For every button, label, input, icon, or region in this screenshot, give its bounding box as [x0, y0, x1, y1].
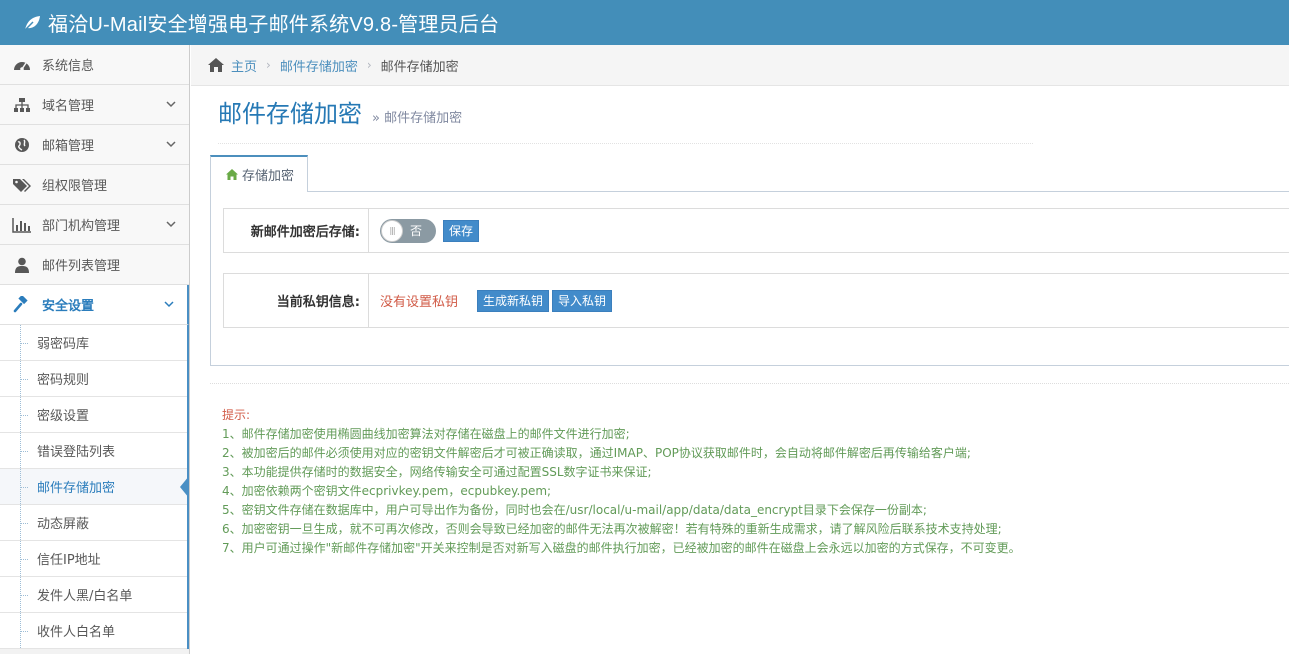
- tip-line: 5、密钥文件存储在数据库中，用户可导出作为备份，同时也会在/usr/local/…: [222, 503, 927, 517]
- chevron-down-icon: [166, 221, 176, 228]
- sidebar-item-domain[interactable]: 域名管理: [0, 85, 189, 125]
- breadcrumb-home-link[interactable]: 主页: [231, 56, 257, 75]
- toggle-knob: |||: [381, 219, 403, 242]
- private-key-row: 当前私钥信息: 没有设置私钥 生成新私钥 导入私钥: [223, 273, 1289, 328]
- section-divider: [210, 383, 1289, 384]
- page-subtitle: » 邮件存储加密: [372, 111, 463, 126]
- submenu-item-password-rules[interactable]: 密码规则: [0, 361, 187, 397]
- sidebar-item-label: 安全设置: [42, 299, 95, 314]
- chevron-down-icon: [166, 141, 176, 148]
- gavel-icon: [12, 295, 32, 315]
- tip-line: 3、本功能提供存储时的数据安全，网络传输安全可通过配置SSL数字证书来保证;: [222, 465, 652, 479]
- private-key-value: 没有设置私钥 生成新私钥 导入私钥: [369, 274, 1289, 327]
- encrypt-setting-value: ||| 否 保存: [369, 209, 1289, 252]
- sidebar: 系统信息 域名管理 邮箱管理 组权限管理 部门机构管理 邮件列表管理 安全设置 …: [0, 45, 190, 654]
- dashboard-icon: [12, 55, 32, 75]
- tips-section: 提示: 1、邮件存储加密使用椭圆曲线加密算法对存储在磁盘上的邮件文件进行加密; …: [222, 406, 1282, 558]
- submenu-item-login-errors[interactable]: 错误登陆列表: [0, 433, 187, 469]
- encrypt-toggle-switch[interactable]: ||| 否: [380, 218, 436, 243]
- sidebar-item-label: 域名管理: [42, 99, 95, 114]
- sidebar-item-mailbox[interactable]: 邮箱管理: [0, 125, 189, 165]
- app-title: 福洽U-Mail安全增强电子邮件系统V9.8-管理员后台: [48, 14, 500, 36]
- tip-line: 2、被加密后的邮件必须使用对应的密钥文件解密后才可被正确读取，通过IMAP、PO…: [222, 446, 971, 460]
- tips-title: 提示:: [222, 408, 251, 422]
- sidebar-item-department[interactable]: 部门机构管理: [0, 205, 189, 245]
- toggle-text: 否: [409, 224, 422, 238]
- submenu-item-dynamic-block[interactable]: 动态屏蔽: [0, 505, 187, 541]
- private-key-status: 没有设置私钥: [380, 295, 459, 310]
- encrypt-setting-label: 新邮件加密后存储:: [224, 209, 369, 252]
- chevron-down-icon: [164, 301, 174, 308]
- active-indicator-caret: [180, 476, 189, 498]
- user-icon: [12, 255, 32, 275]
- sidebar-item-label: 系统信息: [42, 59, 95, 74]
- breadcrumb-separator: ›: [266, 58, 271, 72]
- generate-key-button[interactable]: 生成新私钥: [477, 289, 550, 312]
- tip-line: 7、用户可通过操作"新邮件存储加密"开关来控制是否对新写入磁盘的邮件执行加密，已…: [222, 541, 1021, 555]
- submenu-item-security-level[interactable]: 密级设置: [0, 397, 187, 433]
- sidebar-item-security[interactable]: 安全设置: [0, 285, 189, 325]
- bar-chart-icon: [12, 215, 32, 235]
- top-navbar: 福洽U-Mail安全增强电子邮件系统V9.8-管理员后台: [0, 0, 1289, 45]
- globe-icon: [12, 135, 32, 155]
- sidebar-item-mail-list[interactable]: 邮件列表管理: [0, 245, 189, 285]
- page-subtitle-text: 邮件存储加密: [384, 111, 463, 126]
- tab-storage-encryption[interactable]: 存储加密: [210, 155, 308, 192]
- submenu-item-trusted-ip[interactable]: 信任IP地址: [0, 541, 187, 577]
- chevron-down-icon: [166, 101, 176, 108]
- tab-label: 存储加密: [242, 169, 295, 184]
- page-title: 邮件存储加密: [218, 101, 362, 128]
- page-header: 邮件存储加密 » 邮件存储加密: [218, 96, 1033, 144]
- submenu-item-label: 邮件存储加密: [37, 481, 116, 496]
- tags-icon: [12, 175, 32, 195]
- home-icon: [208, 58, 224, 72]
- submenu-item-sender-list[interactable]: 发件人黑/白名单: [0, 577, 187, 613]
- sidebar-item-system-info[interactable]: 系统信息: [0, 45, 189, 85]
- breadcrumb: 主页 › 邮件存储加密 › 邮件存储加密: [191, 45, 1289, 86]
- sidebar-item-label: 邮箱管理: [42, 139, 95, 154]
- private-key-label: 当前私钥信息:: [224, 274, 369, 327]
- encrypt-setting-row: 新邮件加密后存储: ||| 否 保存: [223, 208, 1289, 253]
- tip-line: 4、加密依赖两个密钥文件ecprivkey.pem，ecpubkey.pem;: [222, 484, 552, 498]
- submenu-item-weak-password[interactable]: 弱密码库: [0, 325, 187, 361]
- sidebar-item-group-permission[interactable]: 组权限管理: [0, 165, 189, 205]
- tip-line: 1、邮件存储加密使用椭圆曲线加密算法对存储在磁盘上的邮件文件进行加密;: [222, 427, 630, 441]
- sidebar-item-label: 邮件列表管理: [42, 259, 121, 274]
- submenu-item-storage-encryption[interactable]: 邮件存储加密: [0, 469, 189, 505]
- breadcrumb-separator: ›: [366, 58, 372, 72]
- leaf-logo-icon: [23, 15, 40, 32]
- breadcrumb-current: 邮件存储加密: [380, 59, 459, 75]
- save-button[interactable]: 保存: [443, 219, 480, 242]
- sitemap-icon: [12, 95, 32, 115]
- breadcrumb-parent-link[interactable]: 邮件存储加密: [280, 56, 358, 75]
- submenu-item-recipient-whitelist[interactable]: 收件人白名单: [0, 613, 187, 649]
- tip-line: 6、加密密钥一旦生成，就不可再次修改，否则会导致已经加密的邮件无法再次被解密！若…: [222, 522, 1002, 536]
- sidebar-item-label: 部门机构管理: [42, 219, 121, 234]
- home-icon: [226, 169, 238, 180]
- import-key-button[interactable]: 导入私钥: [552, 289, 613, 312]
- sidebar-item-label: 组权限管理: [42, 179, 108, 194]
- security-submenu: 弱密码库 密码规则 密级设置 错误登陆列表 邮件存储加密 动态屏蔽 信任IP地址…: [0, 325, 189, 649]
